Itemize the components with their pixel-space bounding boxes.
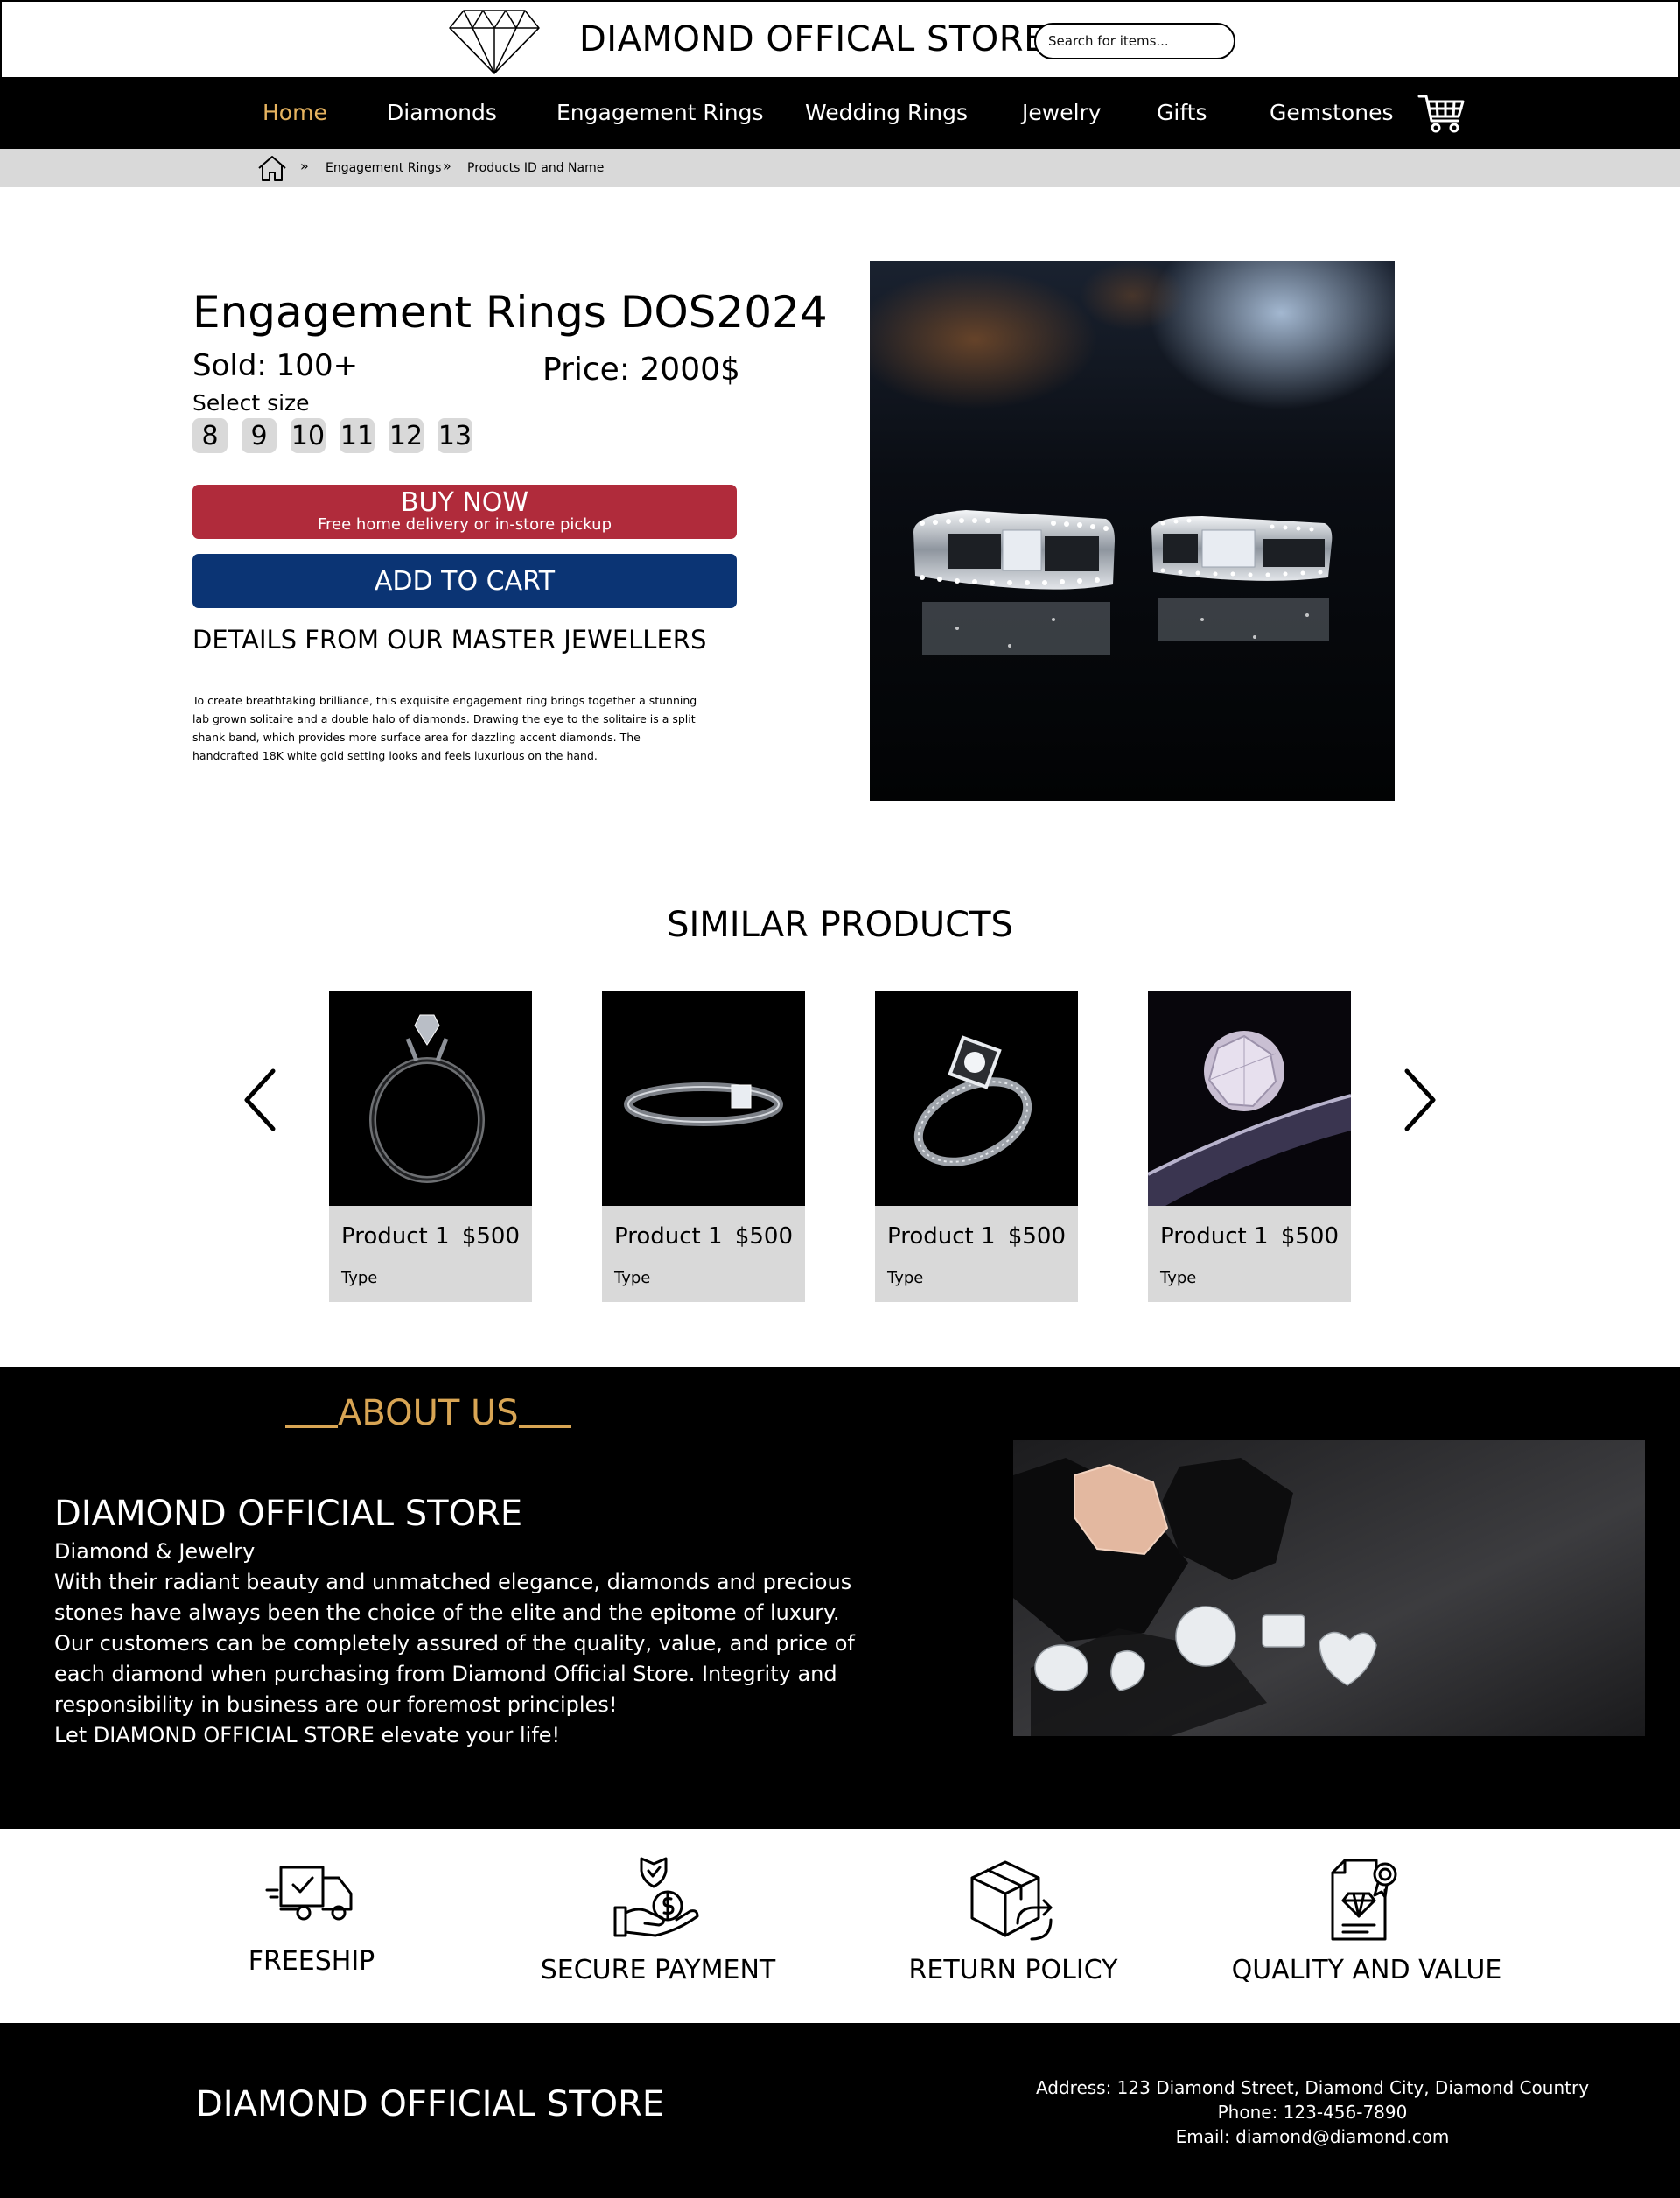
size-option-12[interactable]: 12 [388,418,424,453]
product-image [875,990,1078,1206]
footer: DIAMOND OFFICIAL STORE Address: 123 Diam… [0,2023,1680,2198]
feature-secure-payment: SECURE PAYMENT [518,1855,798,1985]
product-price: $500 [734,1223,793,1250]
carousel-prev-icon[interactable] [242,1068,280,1132]
nav-gifts[interactable]: Gifts [1157,100,1208,125]
footer-address: Address: 123 Diamond Street, Diamond Cit… [1035,2077,1590,2098]
feature-return-policy: RETURN POLICY [873,1855,1153,1985]
buy-now-sublabel: Free home delivery or in-store pickup [318,515,612,534]
product-image [602,990,805,1206]
carousel-next-icon[interactable] [1400,1068,1438,1132]
nav-engagement-rings[interactable]: Engagement Rings [556,100,763,125]
home-icon[interactable] [257,154,287,182]
product-image [329,990,532,1206]
about-subtitle: Diamond & Jewelry [54,1539,256,1564]
heading-underline-left [285,1425,338,1428]
buy-now-button[interactable]: BUY NOW Free home delivery or in-store p… [192,485,737,539]
store-title[interactable]: DIAMOND OFFICAL STORE [579,19,1046,60]
product-price: $500 [1280,1223,1339,1250]
product-type: Type [887,1269,924,1287]
feature-label: QUALITY AND VALUE [1231,1955,1502,1985]
shopping-cart-icon[interactable] [1418,93,1466,135]
breadcrumb: » Engagement Rings » Products ID and Nam… [0,149,1680,187]
nav-wedding-rings[interactable]: Wedding Rings [805,100,968,125]
about-gemstones-image [1013,1440,1645,1736]
about-store-name: DIAMOND OFFICIAL STORE [54,1494,523,1534]
delivery-truck-icon [265,1866,353,1921]
footer-store-name: DIAMOND OFFICIAL STORE [196,2084,665,2124]
about-paragraph: Our customers can be completely assured … [54,1631,855,1717]
sold-count: Sold: 100+ [192,348,359,383]
breadcrumb-separator: » [300,158,309,174]
breadcrumb-separator: » [443,158,452,174]
similar-product-card[interactable]: Product 1 $500 Type [1148,990,1351,1302]
feature-label: RETURN POLICY [908,1955,1118,1985]
search-input[interactable] [1034,23,1236,60]
about-section: ABOUT US DIAMOND OFFICIAL STORE Diamond … [0,1367,1680,1829]
product-name: Product 1 [341,1223,450,1250]
size-option-11[interactable]: 11 [340,418,374,453]
nav-gemstones[interactable]: Gemstones [1270,100,1393,125]
similar-product-card[interactable]: Product 1 $500 Type [602,990,805,1302]
breadcrumb-current-product: Products ID and Name [467,161,605,175]
wedding-rings-photo [870,261,1395,801]
footer-phone[interactable]: Phone: 123-456-7890 [919,2100,1680,2124]
about-text: Diamond & Jewelry With their radiant bea… [54,1536,912,1751]
breadcrumb-engagement-rings[interactable]: Engagement Rings [326,161,441,175]
product-type: Type [614,1269,651,1287]
size-option-13[interactable]: 13 [438,418,472,453]
main-nav: Home Diamonds Engagement Rings Wedding R… [0,79,1680,149]
nav-home[interactable]: Home [262,100,327,125]
heading-underline-right [518,1425,571,1428]
about-paragraph: With their radiant beauty and unmatched … [54,1570,852,1625]
size-selector: 8 9 10 11 12 13 [192,418,472,453]
buy-now-label: BUY NOW [400,487,529,518]
product-name: Product 1 [887,1223,996,1250]
top-header: DIAMOND OFFICAL STORE [0,0,1680,79]
details-heading: DETAILS FROM OUR MASTER JEWELLERS [192,625,707,654]
feature-label: FREESHIP [248,1946,375,1977]
product-title: Engagement Rings DOS2024 [192,287,828,338]
certificate-icon [1331,1858,1397,1941]
diamond-logo-icon[interactable] [446,5,542,77]
product-image [1148,990,1351,1206]
footer-email[interactable]: Email: diamond@diamond.com [919,2124,1680,2149]
similar-product-card[interactable]: Product 1 $500 Type [875,990,1078,1302]
return-box-icon [970,1860,1053,1941]
feature-freeship: FREESHIP [172,1855,452,1977]
size-option-10[interactable]: 10 [290,418,326,453]
footer-contact: Address: 123 Diamond Street, Diamond Cit… [919,2076,1680,2149]
product-price: $500 [461,1223,520,1250]
size-option-9[interactable]: 9 [242,418,276,453]
feature-quality-value: QUALITY AND VALUE [1227,1855,1507,1985]
nav-jewelry[interactable]: Jewelry [1022,100,1102,125]
add-to-cart-button[interactable]: ADD TO CART [192,554,737,608]
product-type: Type [341,1269,378,1287]
secure-payment-icon [613,1857,699,1937]
feature-label: SECURE PAYMENT [540,1955,776,1985]
product-price: Price: 2000$ [542,352,740,388]
similar-product-card[interactable]: Product 1 $500 Type [329,990,532,1302]
about-heading-text: ABOUT US [338,1393,519,1433]
select-size-label: Select size [192,390,310,416]
product-name: Product 1 [614,1223,723,1250]
details-description: To create breathtaking brilliance, this … [192,694,697,762]
about-paragraph: Let DIAMOND OFFICIAL STORE elevate your … [54,1723,561,1747]
product-main-image [870,261,1395,801]
similar-products-heading: SIMILAR PRODUCTS [667,905,1013,945]
nav-diamonds[interactable]: Diamonds [387,100,497,125]
size-option-8[interactable]: 8 [192,418,228,453]
product-price: $500 [1007,1223,1066,1250]
product-name: Product 1 [1160,1223,1269,1250]
product-type: Type [1160,1269,1197,1287]
about-heading: ABOUT US [285,1393,571,1433]
